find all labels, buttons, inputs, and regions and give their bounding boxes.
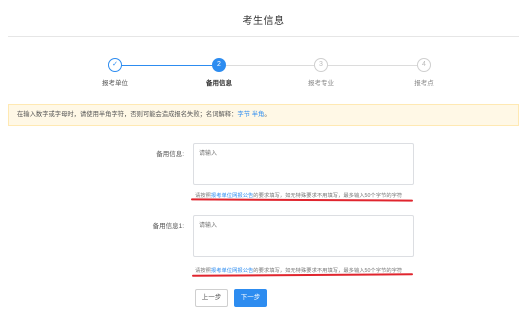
next-step-button[interactable]: 下一步 [234, 289, 267, 307]
step-1[interactable]: ✓ 报考单位 [85, 58, 145, 87]
step-1-label: 报考单位 [102, 80, 128, 87]
title-divider [8, 36, 519, 37]
input-notice-banner: 在输入数字或字母时，请使用半角字符，否则可能会造成报名失败；名词解释：字节 半角… [8, 104, 519, 126]
step-2[interactable]: 2 备用信息 [189, 58, 249, 87]
notice-text: 在输入数字或字母时，请使用半角字符，否则可能会造成报名失败；名词解释： [17, 111, 238, 118]
backup-info-1-input[interactable] [193, 215, 414, 257]
step-3-number: 3 [314, 58, 328, 72]
progress-stepper: ✓ 报考单位 2 备用信息 3 报考专业 4 报考点 [0, 58, 527, 92]
step-3-label: 报考专业 [308, 80, 334, 87]
page-title: 考生信息 [242, 16, 285, 27]
notice-link-halfwidth[interactable]: 半角 [252, 111, 265, 118]
step-3[interactable]: 3 报考专业 [291, 58, 351, 87]
backup-info-input[interactable] [193, 143, 414, 185]
notice-link-byte[interactable]: 字节 [237, 111, 250, 118]
step-4-label: 报考点 [414, 80, 434, 87]
announcement-link[interactable]: 报考单位网报公告 [211, 268, 253, 274]
check-icon: ✓ [108, 58, 122, 72]
prev-step-button[interactable]: 上一步 [195, 289, 228, 307]
red-underline-annotation [190, 198, 414, 202]
step-2-label: 备用信息 [206, 80, 232, 87]
step-2-number: 2 [212, 58, 226, 72]
hint-prefix: 请按照 [195, 268, 211, 274]
backup-info-label: 备用信息: [156, 151, 184, 158]
step-4-number: 4 [417, 58, 431, 72]
backup-info-1-label: 备用信息1: [152, 223, 184, 230]
notice-end: 。 [264, 111, 271, 118]
step-4[interactable]: 4 报考点 [394, 58, 454, 87]
red-underline-annotation [191, 273, 414, 277]
